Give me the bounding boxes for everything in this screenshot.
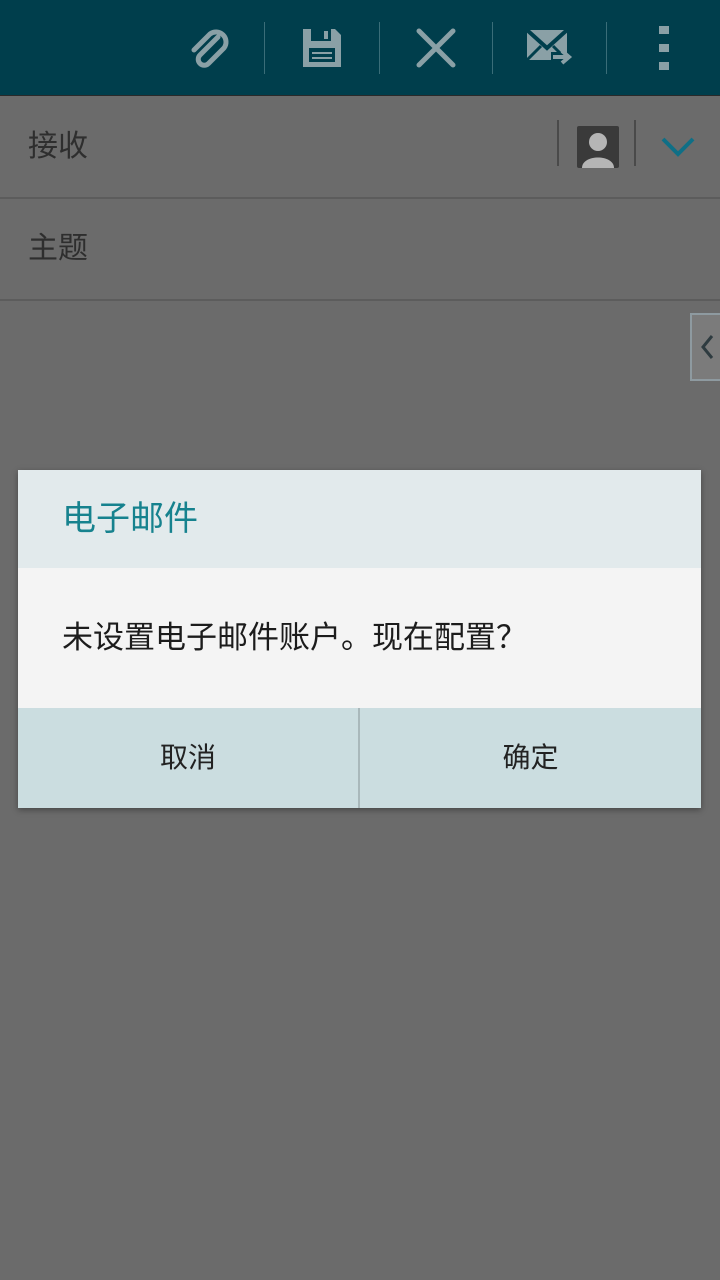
chevron-down-icon	[661, 137, 695, 157]
save-button[interactable]	[265, 0, 379, 95]
dialog-message: 未设置电子邮件账户。现在配置？	[62, 620, 527, 656]
overflow-menu-icon	[658, 25, 669, 70]
discard-button[interactable]	[380, 0, 492, 95]
contacts-button[interactable]	[577, 126, 619, 168]
setup-account-dialog: 电子邮件 未设置电子邮件账户。现在配置？ 取消 确定	[18, 470, 701, 808]
dialog-title: 电子邮件	[62, 499, 198, 539]
save-icon	[303, 28, 341, 67]
dialog-header: 电子邮件	[18, 470, 701, 568]
more-options-button[interactable]	[607, 0, 720, 95]
side-panel-handle[interactable]	[690, 313, 720, 381]
send-button[interactable]	[493, 0, 606, 95]
contact-avatar-icon	[582, 133, 614, 168]
attach-button[interactable]	[150, 0, 264, 95]
subject-field[interactable]: 主题	[0, 198, 720, 301]
chevron-left-icon	[701, 335, 714, 359]
send-mail-icon	[525, 28, 572, 65]
subject-label: 主题	[28, 231, 88, 266]
recipient-label: 接收	[28, 129, 88, 164]
action-bar	[0, 0, 720, 96]
expand-recipients-button[interactable]	[636, 96, 720, 197]
paperclip-icon	[191, 29, 229, 68]
cancel-button[interactable]: 取消	[18, 708, 358, 808]
confirm-button[interactable]: 确定	[360, 708, 701, 808]
close-icon	[416, 28, 456, 67]
